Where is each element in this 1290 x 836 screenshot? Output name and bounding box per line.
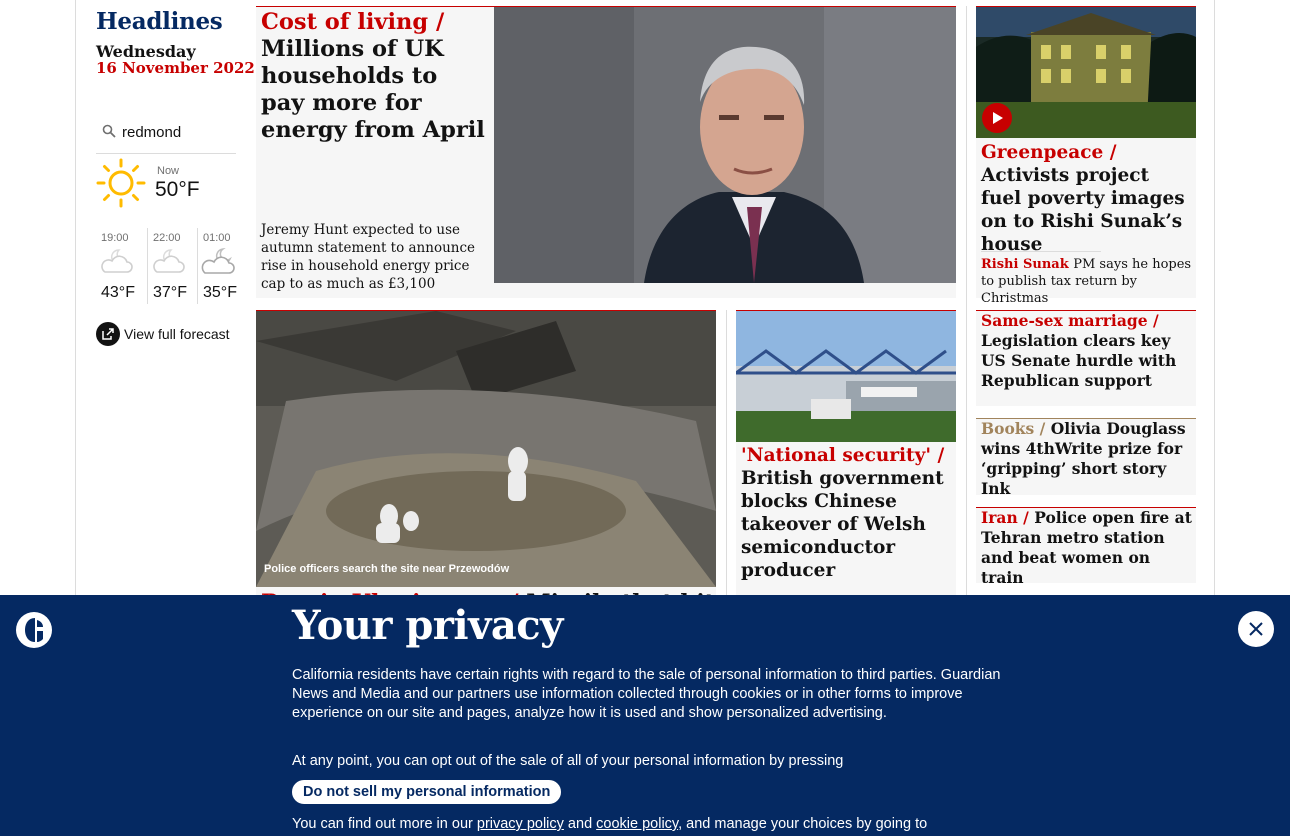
guardian-logo-icon [16, 612, 52, 648]
same-sex-marriage-story-card[interactable]: Same-sex marriage / Legislation clears k… [976, 310, 1196, 406]
forecast-slot: 01:00 35°F [197, 228, 245, 304]
greenpeace-story-headline[interactable]: Greenpeace / Activists project fuel pove… [981, 141, 1193, 256]
cookie-policy-link[interactable]: cookie policy [596, 816, 678, 832]
image-caption: Police officers search the site near Prz… [264, 563, 510, 575]
close-button[interactable] [1238, 611, 1274, 647]
greenpeace-story-card[interactable]: Greenpeace / Activists project fuel pove… [976, 6, 1196, 306]
banner-paragraph: At any point, you can opt out of the sal… [292, 753, 844, 769]
para-text: You can find out more in our [292, 816, 477, 832]
divider [981, 251, 1101, 252]
banner-title: Your privacy [292, 602, 563, 649]
books-story-card[interactable]: Books / Olivia Douglass wins 4thWrite pr… [976, 418, 1196, 498]
banner-paragraph: California residents have certain rights… [292, 667, 1001, 721]
forecast-slot: 19:00 43°F [96, 228, 144, 304]
close-icon [1249, 622, 1263, 636]
play-icon [993, 112, 1003, 124]
partly-cloudy-night-icon [201, 247, 235, 274]
headline: Millions of UK households to pay more fo… [261, 36, 485, 143]
forecast-time: 01:00 [203, 232, 231, 244]
headline: Activists project fuel poverty images on… [981, 165, 1185, 255]
headline: British government blocks Chinese takeov… [741, 468, 944, 581]
kicker: Iran / [981, 508, 1029, 527]
story-headline[interactable]: Same-sex marriage / Legislation clears k… [981, 311, 1193, 391]
banner-paragraph: You can find out more in our privacy pol… [292, 815, 1012, 834]
sun-icon [96, 158, 146, 208]
cloudy-night-icon [153, 249, 185, 273]
kicker: 'National security' / [741, 445, 945, 466]
security-story-image [736, 311, 956, 442]
para-text: , and manage your choices by going to [678, 816, 928, 832]
external-link-icon [96, 322, 120, 346]
now-temperature: 50°F [155, 178, 200, 201]
standfirst: Jeremy Hunt expected to use autumn state… [261, 222, 476, 292]
sublink-kicker: Rishi Sunak [981, 257, 1069, 272]
lead-story-headline[interactable]: Cost of living / Millions of UK househol… [261, 9, 487, 144]
full-forecast-link[interactable]: View full forecast [96, 322, 230, 346]
headline: Legislation clears key US Senate hurdle … [981, 331, 1177, 390]
ukraine-story-image [256, 311, 716, 587]
forecast-time: 19:00 [101, 232, 129, 244]
forecast-temp: 37°F [153, 284, 187, 301]
kicker: Same-sex marriage / [981, 311, 1159, 330]
play-video-button[interactable] [982, 103, 1012, 133]
sublink-rishi-sunak[interactable]: Rishi Sunak PM says he hopes to publish … [981, 256, 1193, 307]
kicker: Greenpeace / [981, 142, 1117, 163]
forecast-temp: 43°F [101, 284, 135, 301]
security-story-headline[interactable]: 'National security' / British government… [741, 444, 953, 582]
forecast-time: 22:00 [153, 232, 181, 244]
privacy-consent-banner: Your privacy California residents have c… [0, 595, 1290, 836]
story-headline[interactable]: Books / Olivia Douglass wins 4thWrite pr… [981, 419, 1193, 499]
weather-location-search [96, 120, 236, 154]
full-forecast-label: View full forecast [124, 326, 230, 342]
column-divider [726, 310, 727, 610]
now-label: Now [157, 165, 180, 177]
security-story-card[interactable]: 'National security' / British government… [736, 310, 956, 630]
story-headline[interactable]: Iran / Police open fire at Tehran metro … [981, 508, 1193, 588]
lead-story-image [494, 7, 956, 283]
para-text: and [563, 816, 597, 832]
do-not-sell-button[interactable]: Do not sell my personal information [292, 780, 562, 804]
date: 16 November 2022 [96, 59, 255, 77]
kicker: Cost of living / [261, 9, 445, 35]
iran-story-card[interactable]: Iran / Police open fire at Tehran metro … [976, 507, 1196, 587]
kicker: Books / [981, 419, 1046, 438]
lead-story-card[interactable]: Cost of living / Millions of UK househol… [256, 6, 956, 298]
cloudy-night-icon [101, 249, 133, 273]
search-icon [102, 124, 116, 138]
forecast-temp: 35°F [203, 284, 237, 301]
privacy-policy-link[interactable]: privacy policy [477, 816, 564, 832]
ukraine-story-card[interactable]: Police officers search the site near Prz… [256, 310, 716, 630]
location-input[interactable] [122, 124, 232, 141]
section-title: Headlines [96, 8, 223, 35]
forecast-slot: 22:00 37°F [147, 228, 195, 304]
column-divider [966, 6, 967, 606]
